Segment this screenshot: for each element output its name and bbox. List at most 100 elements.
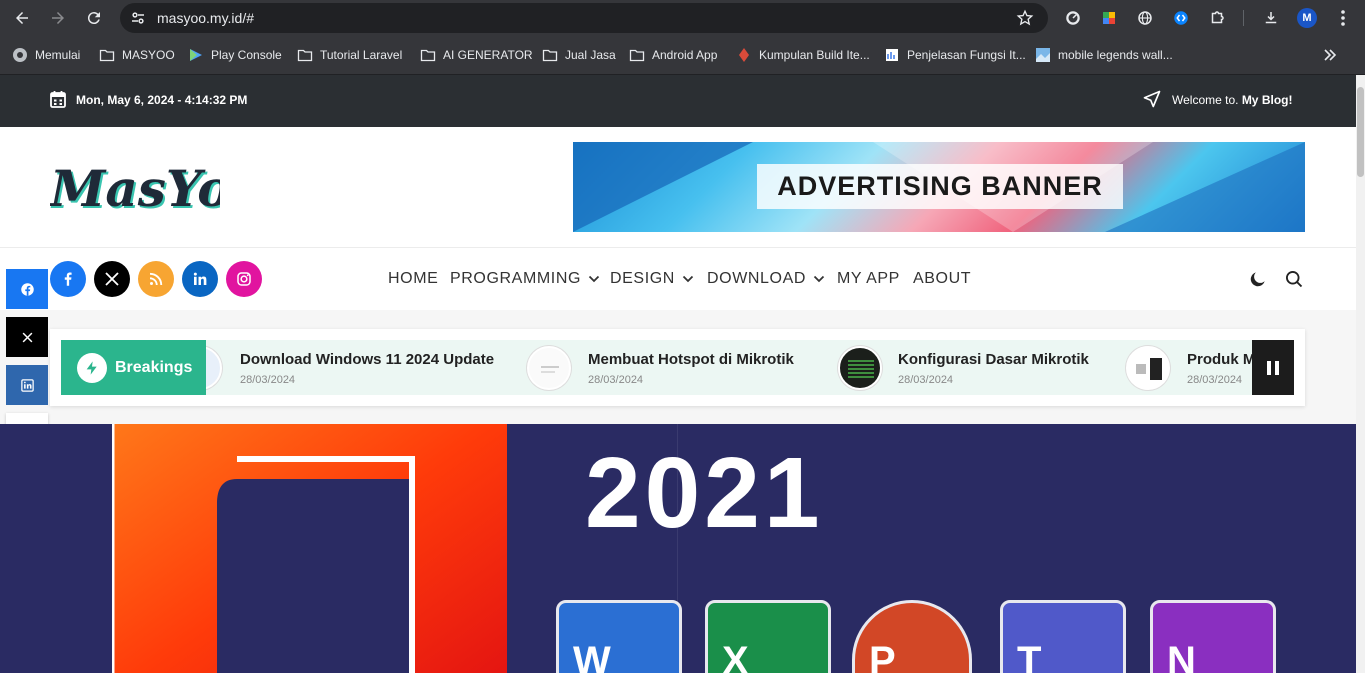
- bookmark-folder[interactable]: AI GENERATOR: [420, 46, 533, 64]
- downloads-button[interactable]: [1261, 8, 1281, 28]
- teams-app-icon: T: [1000, 600, 1126, 673]
- search-icon[interactable]: [1284, 269, 1304, 289]
- bookmark-label: Jual Jasa: [565, 48, 616, 62]
- ticker-title[interactable]: Konfigurasi Dasar Mikrotik: [898, 351, 1089, 368]
- app-letter: N: [1167, 639, 1196, 673]
- linkedin-link[interactable]: [182, 261, 218, 297]
- extension-shazam[interactable]: [1171, 8, 1191, 28]
- site-settings-icon[interactable]: [129, 9, 147, 27]
- facebook-icon: [64, 272, 72, 286]
- back-button[interactable]: [10, 6, 34, 30]
- bookmark-label: Play Console: [211, 48, 282, 62]
- ticker-pause-button[interactable]: [1252, 340, 1294, 395]
- chevron-double-right-icon[interactable]: [1321, 46, 1339, 64]
- download-icon: [1265, 12, 1277, 24]
- bookmark-label: Penjelasan Fungsi It...: [907, 48, 1026, 62]
- nav-label: DESIGN: [610, 270, 675, 287]
- share-facebook-button[interactable]: [6, 269, 48, 309]
- hero-image[interactable]: 2021 W X P T N: [0, 424, 1356, 673]
- extension-google[interactable]: [1099, 8, 1119, 28]
- bookmark-folder[interactable]: MASYOO: [99, 46, 175, 64]
- calendar-icon: [50, 91, 66, 108]
- banner-decor: [573, 142, 753, 232]
- browser-toolbar: masyoo.my.id/# M: [0, 0, 1365, 36]
- banner-decor: [1105, 142, 1305, 232]
- facebook-link[interactable]: [50, 261, 86, 297]
- ticker-date: 28/03/2024: [1187, 374, 1243, 386]
- bookmark-item[interactable]: Kumpulan Build Ite...: [736, 46, 870, 64]
- bookmark-item[interactable]: mobile legends wall...: [1035, 46, 1173, 64]
- ticker-date: 28/03/2024: [588, 374, 644, 386]
- ticker-title[interactable]: Produk M: [1187, 351, 1252, 368]
- ticker-date: 28/03/2024: [240, 374, 296, 386]
- url-text[interactable]: masyoo.my.id/#: [157, 10, 254, 26]
- share-linkedin-button[interactable]: [6, 365, 48, 405]
- bookmark-star-icon[interactable]: [1016, 9, 1034, 27]
- x-icon: [105, 272, 119, 286]
- lightning-icon: [86, 360, 97, 375]
- bookmark-folder[interactable]: Android App: [629, 46, 717, 64]
- bookmark-item[interactable]: Penjelasan Fungsi It...: [884, 46, 1026, 64]
- hero-year: 2021: [585, 437, 824, 549]
- ticker-date: 28/03/2024: [898, 374, 954, 386]
- x-twitter-link[interactable]: [94, 261, 130, 297]
- breakings-text: Breakings: [115, 358, 193, 376]
- nav-programming[interactable]: PROGRAMMING: [450, 270, 601, 288]
- extensions-button[interactable]: [1207, 8, 1227, 28]
- scrollbar-thumb[interactable]: [1357, 87, 1364, 177]
- ticker-title[interactable]: Membuat Hotspot di Mikrotik: [588, 351, 794, 368]
- colorful-extension-icon: [1103, 12, 1115, 24]
- image-icon: [1036, 48, 1050, 62]
- bookmark-label: Android App: [652, 48, 718, 62]
- nav-download[interactable]: DOWNLOAD: [707, 270, 826, 288]
- bookmark-label: Memulai: [35, 48, 81, 62]
- bookmark-folder[interactable]: Jual Jasa: [542, 46, 616, 64]
- forward-button[interactable]: [46, 6, 70, 30]
- ticker-thumbnail: [1126, 346, 1170, 390]
- nav-label: HOME: [388, 270, 439, 287]
- svg-text:MasYoO: MasYoO: [50, 159, 220, 218]
- rss-link[interactable]: [138, 261, 174, 297]
- folder-icon: [99, 49, 115, 62]
- linkedin-icon: [20, 378, 34, 392]
- chrome-globe-icon: [13, 48, 27, 62]
- nav-label: PROGRAMMING: [450, 270, 582, 287]
- ticker-thumbnail: [527, 346, 571, 390]
- page-scrollbar[interactable]: [1356, 75, 1365, 673]
- app-letter: T: [1017, 639, 1042, 673]
- bookmark-label: MASYOO: [122, 48, 175, 62]
- extension-speedometer[interactable]: [1063, 8, 1083, 28]
- nav-my-app[interactable]: MY APP: [837, 270, 900, 288]
- advertising-banner[interactable]: ADVERTISING BANNER: [573, 142, 1305, 232]
- document-icon: [886, 49, 898, 61]
- menu-dots-icon[interactable]: [1335, 8, 1351, 28]
- word-app-icon: W: [556, 600, 682, 673]
- share-x-button[interactable]: [6, 317, 48, 357]
- nav-design[interactable]: DESIGN: [610, 270, 695, 288]
- x-icon: [22, 332, 32, 342]
- bookmark-folder[interactable]: Tutorial Laravel: [297, 46, 402, 64]
- nav-about[interactable]: ABOUT: [913, 270, 971, 288]
- arrow-right-icon: [52, 12, 64, 24]
- instagram-link[interactable]: [226, 261, 262, 297]
- dark-mode-moon-icon[interactable]: [1248, 269, 1268, 289]
- instagram-icon: [237, 272, 251, 286]
- powerpoint-app-icon: P: [852, 600, 972, 673]
- excel-app-icon: X: [705, 600, 831, 673]
- bookmark-item[interactable]: Play Console: [188, 46, 282, 64]
- arrow-left-icon: [16, 12, 28, 24]
- shazam-icon: [1174, 11, 1188, 25]
- site-logo[interactable]: MasYoO MasYoO: [50, 152, 220, 218]
- app-letter: P: [869, 639, 896, 673]
- address-bar[interactable]: masyoo.my.id/#: [120, 3, 1048, 33]
- ticker-title[interactable]: Download Windows 11 2024 Update: [240, 351, 494, 368]
- profile-avatar[interactable]: M: [1297, 8, 1317, 28]
- nav-home[interactable]: HOME: [388, 270, 438, 288]
- app-letter: W: [573, 639, 611, 673]
- bookmark-label: mobile legends wall...: [1058, 48, 1173, 62]
- bookmark-item[interactable]: Memulai: [12, 46, 80, 64]
- bookmark-label: Kumpulan Build Ite...: [759, 48, 870, 62]
- extension-globe[interactable]: [1135, 8, 1155, 28]
- ticker-thumbnail: [838, 346, 882, 390]
- reload-button[interactable]: [82, 6, 106, 30]
